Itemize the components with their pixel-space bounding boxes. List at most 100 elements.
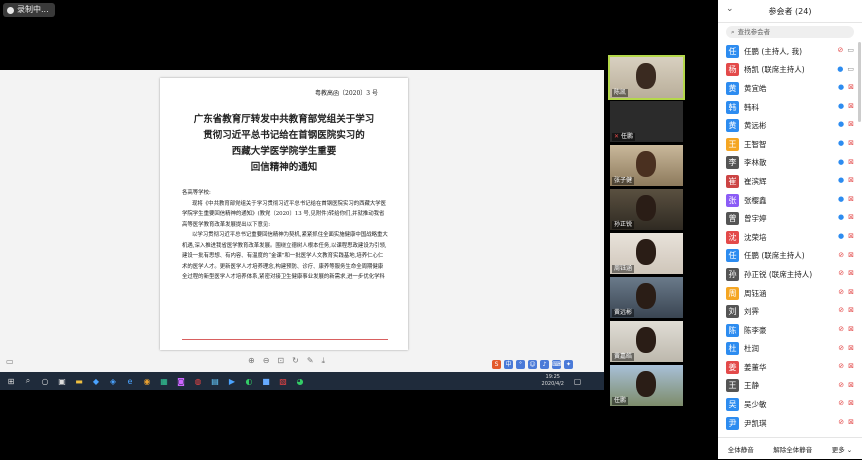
video-tile[interactable]: 周钰涵	[610, 233, 683, 274]
app-icon[interactable]: ◙	[174, 375, 188, 387]
participant-row[interactable]: 崔崔滨辉 ● ⊠	[718, 172, 858, 191]
camera-off-icon[interactable]: ⊠	[848, 120, 854, 128]
mic-muted-icon[interactable]: ⊘	[838, 306, 844, 314]
app-icon[interactable]: ◍	[191, 375, 205, 387]
participant-row[interactable]: 黄黄远彬 ● ⊠	[718, 116, 858, 135]
camera-off-icon[interactable]: ⊠	[848, 325, 854, 333]
more-button[interactable]: 更多 ⌄	[828, 441, 857, 457]
participant-row[interactable]: 姜姜董华 ⊘ ⊠	[718, 358, 858, 377]
download-icon[interactable]: ⤓	[322, 356, 326, 366]
video-tile[interactable]: 任鹏	[610, 365, 683, 406]
video-tile[interactable]: 陈凯	[608, 55, 685, 100]
app-icon[interactable]: ◕	[293, 375, 307, 387]
camera-off-icon[interactable]: ⊠	[848, 306, 854, 314]
mic-muted-icon[interactable]: ⊘	[838, 418, 844, 426]
camera-icon[interactable]: ▭	[847, 46, 854, 54]
participant-row[interactable]: 王王静 ⊘ ⊠	[718, 377, 858, 396]
mic-icon[interactable]: ●	[838, 120, 844, 128]
sidebar-toggle-icon[interactable]: ▭	[6, 357, 14, 366]
scrollbar[interactable]	[858, 42, 861, 122]
camera-off-icon[interactable]: ⊠	[848, 158, 854, 166]
mic-muted-icon[interactable]: ⊘	[838, 381, 844, 389]
mic-muted-icon[interactable]: ⊘	[838, 46, 844, 54]
camera-icon[interactable]: ▭	[847, 65, 854, 73]
camera-off-icon[interactable]: ⊠	[848, 213, 854, 221]
sogou-icon[interactable]: S	[492, 360, 501, 369]
skin-icon[interactable]: ✦	[564, 360, 573, 369]
recording-indicator[interactable]: 录制中...	[3, 3, 55, 17]
camera-off-icon[interactable]: ⊠	[848, 102, 854, 110]
participant-row[interactable]: 周周钰涵 ⊘ ⊠	[718, 284, 858, 303]
participant-row[interactable]: 王王智智 ● ⊠	[718, 135, 858, 154]
zoom-out-icon[interactable]: ⊖	[263, 356, 270, 366]
participant-row[interactable]: 韩韩科 ● ⊠	[718, 98, 858, 117]
video-tile[interactable]: 张子健	[610, 145, 683, 186]
mic-muted-icon[interactable]: ⊘	[838, 399, 844, 407]
participant-row[interactable]: 吴吴少敏 ⊘ ⊠	[718, 395, 858, 414]
mic-icon[interactable]: ●	[838, 213, 844, 221]
mic-icon[interactable]: ●	[838, 232, 844, 240]
camera-off-icon[interactable]: ⊠	[848, 251, 854, 259]
camera-off-icon[interactable]: ⊠	[848, 232, 854, 240]
video-tile[interactable]: 孙正锐	[610, 189, 683, 230]
mute-all-button[interactable]: 全体静音	[724, 441, 758, 457]
fit-page-icon[interactable]: ⊡	[277, 356, 284, 366]
system-clock[interactable]: 19:25 2020/4/2	[542, 374, 564, 387]
wechat-icon[interactable]: ◐	[242, 375, 256, 387]
mic-muted-icon[interactable]: ⊘	[838, 269, 844, 277]
emoji-icon[interactable]: ☺	[528, 360, 537, 369]
camera-off-icon[interactable]: ⊠	[848, 399, 854, 407]
camera-off-icon[interactable]: ⊠	[848, 269, 854, 277]
participant-row[interactable]: 刘刘霁 ⊘ ⊠	[718, 302, 858, 321]
ime-mode-icon[interactable]: 中	[504, 360, 513, 369]
search-icon[interactable]: ⌕	[21, 375, 35, 387]
participant-row[interactable]: 陈陈李豪 ⊘ ⊠	[718, 321, 858, 340]
camera-off-icon[interactable]: ⊠	[848, 344, 854, 352]
participant-row[interactable]: 孙孙正锐 (联席主持人) ⊘ ⊠	[718, 265, 858, 284]
unmute-all-button[interactable]: 解除全体静音	[769, 441, 816, 457]
participant-row[interactable]: 杜杜润 ⊘ ⊠	[718, 340, 858, 359]
camera-off-icon[interactable]: ⊠	[848, 139, 854, 147]
participant-row[interactable]: 任任鹏 (主持人, 我) ⊘ ▭	[718, 42, 858, 61]
mic-muted-icon[interactable]: ⊘	[838, 344, 844, 352]
chrome-icon[interactable]: ◉	[140, 375, 154, 387]
app-icon[interactable]: ◈	[106, 375, 120, 387]
participant-row[interactable]: 尹尹凯琪 ⊘ ⊠	[718, 414, 858, 433]
participant-row[interactable]: 黄黄宜皓 ● ⊠	[718, 79, 858, 98]
mic-muted-icon[interactable]: ⊘	[838, 325, 844, 333]
mic-icon[interactable]: ●	[838, 139, 844, 147]
keyboard-icon[interactable]: ⌨	[552, 360, 561, 369]
app-icon[interactable]: ▤	[208, 375, 222, 387]
mic-icon[interactable]: ●	[838, 195, 844, 203]
participant-row[interactable]: 张张樱鑫 ● ⊠	[718, 191, 858, 210]
mic-muted-icon[interactable]: ⊘	[838, 362, 844, 370]
camera-off-icon[interactable]: ⊠	[848, 176, 854, 184]
camera-off-icon[interactable]: ⊠	[848, 195, 854, 203]
participant-row[interactable]: 杨杨凯 (联席主持人) ● ▭	[718, 61, 858, 80]
mic-icon[interactable]: ●	[837, 65, 843, 73]
app-icon[interactable]: ▦	[157, 375, 171, 387]
camera-off-icon[interactable]: ⊠	[848, 381, 854, 389]
app-icon[interactable]: ◆	[89, 375, 103, 387]
camera-off-icon[interactable]: ⊠	[848, 83, 854, 91]
mic-muted-icon[interactable]: ⊘	[838, 251, 844, 259]
edge-icon[interactable]: e	[123, 375, 137, 387]
video-tile[interactable]: 黄远彬	[610, 277, 683, 318]
mic-icon[interactable]: ●	[838, 102, 844, 110]
task-view-icon[interactable]: ▣	[55, 375, 69, 387]
participant-row[interactable]: 任任鹏 (联席主持人) ⊘ ⊠	[718, 247, 858, 266]
edit-icon[interactable]: ✎	[307, 356, 314, 366]
participant-row[interactable]: 李李林散 ● ⊠	[718, 154, 858, 173]
camera-off-icon[interactable]: ⊠	[848, 288, 854, 296]
punctuation-icon[interactable]: °	[516, 360, 525, 369]
cortana-icon[interactable]: ○	[38, 375, 52, 387]
meeting-icon[interactable]: ▶	[225, 375, 239, 387]
rotate-icon[interactable]: ↻	[292, 356, 299, 366]
file-explorer-icon[interactable]: ▬	[72, 375, 86, 387]
start-icon[interactable]: ⊞	[4, 375, 18, 387]
participant-row[interactable]: 沈沈荣培 ● ⊠	[718, 228, 858, 247]
notification-icon[interactable]: ▢	[571, 375, 585, 387]
camera-off-icon[interactable]: ⊠	[848, 418, 854, 426]
zoom-in-icon[interactable]: ⊕	[248, 356, 255, 366]
app-icon[interactable]: ■	[259, 375, 273, 387]
